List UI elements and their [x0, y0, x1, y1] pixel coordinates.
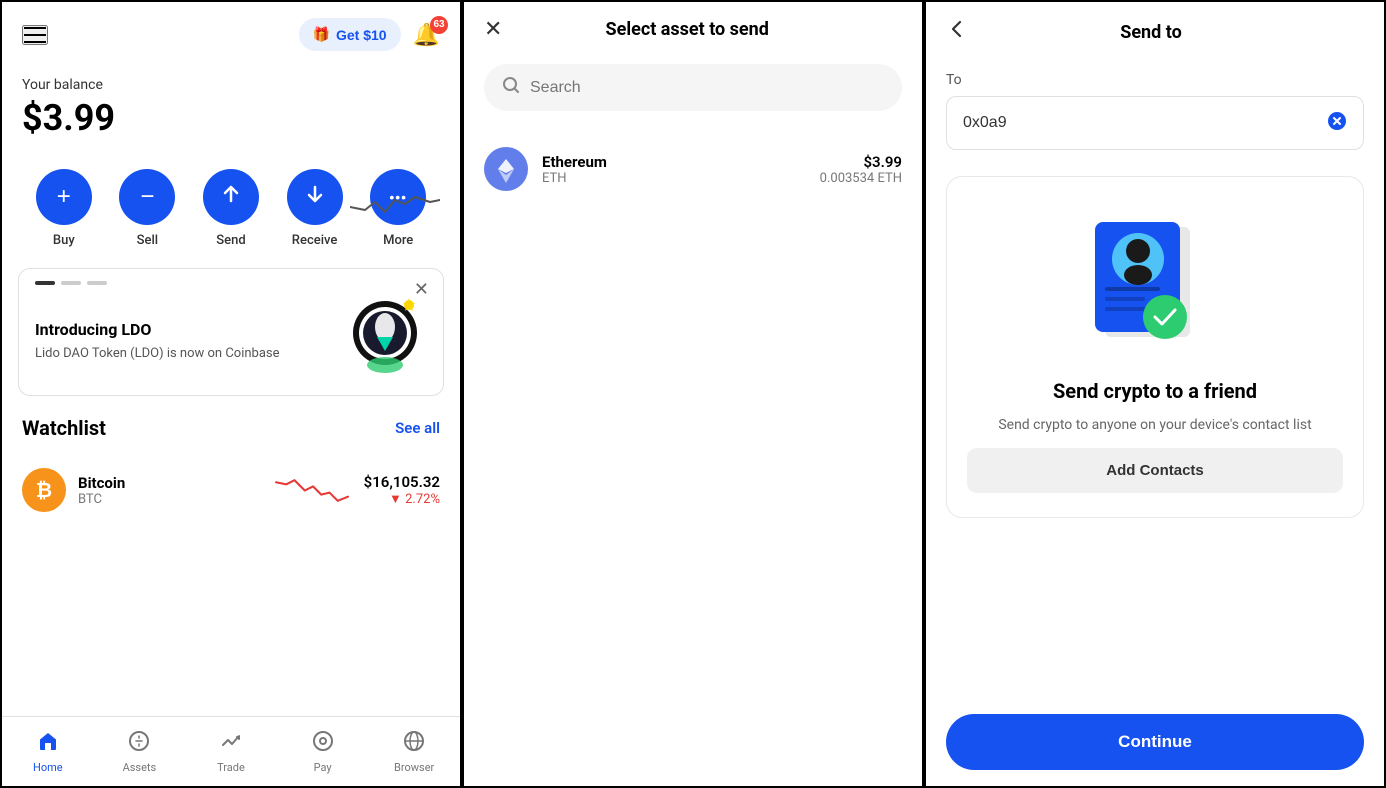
minus-icon: −: [140, 185, 154, 209]
dot-1: [35, 281, 55, 285]
continue-button[interactable]: Continue: [946, 714, 1364, 770]
select-asset-header: ✕ Select asset to send: [464, 2, 922, 56]
send-icon: [220, 183, 242, 211]
send-label: Send: [216, 233, 245, 248]
pay-icon: [312, 730, 334, 757]
trade-icon: [220, 730, 242, 757]
search-input[interactable]: [530, 79, 884, 97]
balance-label: Your balance: [22, 77, 440, 93]
bitcoin-price: $16,105.32: [364, 473, 440, 491]
home-icon: [37, 730, 59, 757]
ethereum-info: Ethereum ETH: [542, 153, 806, 186]
promo-card: ✕ Introducing LDO Lido DAO Token (LDO) i…: [18, 268, 444, 396]
search-icon: [502, 76, 520, 99]
bitcoin-symbol: BTC: [78, 492, 260, 507]
friend-card-subtitle: Send crypto to anyone on your device's c…: [998, 415, 1311, 436]
home-header: 🎁 Get $10 🔔 63: [2, 2, 460, 67]
sell-button[interactable]: −: [119, 169, 175, 225]
ethereum-asset-row[interactable]: Ethereum ETH $3.99 0.003534 ETH: [464, 131, 922, 207]
friend-illustration: [1075, 207, 1235, 367]
nav-browser-label: Browser: [394, 761, 434, 774]
buy-action: + Buy: [36, 169, 92, 248]
select-asset-panel: ✕ Select asset to send Ethereum ETH $3.9…: [462, 0, 924, 788]
watchlist-section: Watchlist See all ₿ Bitcoin BTC $16,105.…: [2, 396, 460, 534]
watchlist-title: Watchlist: [22, 416, 106, 440]
send-to-title: Send to: [968, 22, 1334, 43]
buy-button[interactable]: +: [36, 169, 92, 225]
address-input[interactable]: [963, 114, 1319, 132]
balance-chart: [350, 182, 440, 226]
sell-action: − Sell: [119, 169, 175, 248]
promo-close-button[interactable]: ✕: [414, 279, 429, 300]
get-money-button[interactable]: 🎁 Get $10: [299, 18, 401, 51]
select-asset-title: Select asset to send: [502, 19, 872, 40]
bitcoin-icon: ₿: [36, 478, 52, 503]
back-button[interactable]: [946, 18, 968, 46]
to-label: To: [946, 72, 1364, 88]
notification-badge: 63: [430, 16, 448, 34]
assets-icon: [128, 730, 150, 757]
clear-address-button[interactable]: [1327, 111, 1347, 135]
add-contacts-button[interactable]: Add Contacts: [967, 448, 1343, 493]
browser-icon: [403, 730, 425, 757]
sell-label: Sell: [137, 233, 158, 248]
send-action: Send: [203, 169, 259, 248]
promo-title: Introducing LDO: [35, 320, 280, 339]
promo-text: Introducing LDO Lido DAO Token (LDO) is …: [35, 300, 280, 363]
bitcoin-change: ▼ 2.72%: [364, 491, 440, 507]
send-button[interactable]: [203, 169, 259, 225]
dot-3: [87, 281, 107, 285]
nav-home[interactable]: Home: [2, 722, 94, 782]
nav-trade-label: Trade: [217, 761, 245, 774]
more-label: More: [383, 233, 413, 248]
bitcoin-chart: [272, 472, 352, 508]
search-bar: [484, 64, 902, 111]
friend-card: Send crypto to a friend Send crypto to a…: [946, 176, 1364, 518]
nav-browser[interactable]: Browser: [368, 722, 460, 782]
nav-home-label: Home: [33, 761, 63, 774]
send-to-panel: Send to To: [924, 0, 1386, 788]
bitcoin-logo: ₿: [22, 468, 66, 512]
ethereum-crypto: 0.003534 ETH: [820, 171, 902, 186]
ethereum-name: Ethereum: [542, 153, 806, 171]
header-right: 🎁 Get $10 🔔 63: [299, 18, 440, 51]
ethereum-usd: $3.99: [820, 153, 902, 171]
home-panel: 🎁 Get $10 🔔 63 Your balance $3.99 + Buy: [0, 0, 462, 788]
bitcoin-name: Bitcoin: [78, 474, 260, 492]
nav-assets-label: Assets: [123, 761, 157, 774]
ethereum-logo: [484, 147, 528, 191]
ethereum-value: $3.99 0.003534 ETH: [820, 153, 902, 186]
buy-label: Buy: [53, 233, 75, 248]
balance-section: Your balance $3.99: [2, 67, 460, 159]
send-to-header: Send to: [926, 2, 1384, 62]
balance-amount: $3.99: [22, 97, 440, 139]
friend-card-title: Send crypto to a friend: [1053, 379, 1257, 403]
promo-subtitle: Lido DAO Token (LDO) is now on Coinbase: [35, 345, 280, 363]
send-to-section: To: [926, 62, 1384, 160]
receive-label: Receive: [292, 233, 338, 248]
nav-pay[interactable]: Pay: [277, 722, 369, 782]
promo-dots: [35, 281, 107, 285]
receive-action: Receive: [287, 169, 343, 248]
gift-icon: 🎁: [313, 26, 330, 43]
notification-button[interactable]: 🔔 63: [413, 22, 440, 48]
receive-icon: [304, 183, 326, 211]
bottom-nav: Home Assets Trade: [2, 716, 460, 786]
see-all-link[interactable]: See all: [395, 419, 440, 437]
dot-2: [61, 281, 81, 285]
watchlist-header: Watchlist See all: [22, 416, 440, 440]
nav-pay-label: Pay: [314, 761, 332, 774]
bitcoin-price-col: $16,105.32 ▼ 2.72%: [364, 473, 440, 507]
get-money-label: Get $10: [336, 27, 387, 43]
close-button[interactable]: ✕: [484, 18, 502, 40]
menu-button[interactable]: [22, 25, 48, 45]
nav-trade[interactable]: Trade: [185, 722, 277, 782]
address-input-wrap: [946, 96, 1364, 150]
ethereum-symbol: ETH: [542, 171, 806, 186]
nav-assets[interactable]: Assets: [94, 722, 186, 782]
bitcoin-row[interactable]: ₿ Bitcoin BTC $16,105.32 ▼ 2.72%: [22, 456, 440, 524]
receive-button[interactable]: [287, 169, 343, 225]
bitcoin-info: Bitcoin BTC: [78, 474, 260, 507]
plus-icon: +: [57, 185, 71, 209]
